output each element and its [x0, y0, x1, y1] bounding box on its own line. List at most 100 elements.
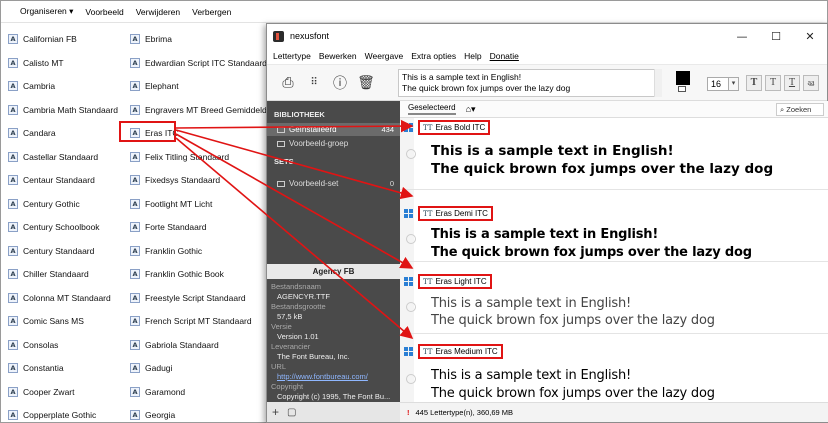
print-icon[interactable]: ⎙: [275, 75, 301, 91]
font-item[interactable]: A Consolas: [8, 339, 59, 350]
explorer-toolbar: Organiseren ▾ Voorbeeld Verwijderen Verb…: [1, 1, 827, 23]
font-item-label: Chiller Standaard: [23, 269, 89, 279]
font-card-eras-demi[interactable]: TT Eras Demi ITC This is a sample text in…: [400, 190, 828, 262]
italic-toggle[interactable]: T: [765, 75, 781, 91]
meta-value: Copyright (c) 1995, The Font Bu...: [277, 392, 391, 401]
font-item[interactable]: A Cambria Math Standaard: [8, 104, 118, 115]
select-checkbox[interactable]: [406, 302, 416, 312]
menu-bar: Lettertype Bewerken Weergave Extra optie…: [267, 48, 827, 64]
font-item[interactable]: A Colonna MT Standaard: [8, 292, 111, 303]
menu-extra-opties[interactable]: Extra opties: [411, 51, 456, 61]
font-item[interactable]: A Centaur Standaard: [8, 175, 95, 185]
font-card-eras-light[interactable]: TT Eras Light ITC This is a sample text i…: [400, 262, 828, 334]
font-item[interactable]: A Cooper Zwart: [8, 386, 75, 397]
bold-toggle[interactable]: T: [746, 75, 762, 91]
select-checkbox[interactable]: [406, 374, 416, 384]
hide-button[interactable]: Verbergen: [188, 7, 235, 17]
preview-tabs: Geselecteerd ⌂▾ ⌕ Zoeken: [400, 101, 828, 118]
font-item[interactable]: A Century Schoolbook: [8, 222, 100, 232]
preview-line1: This is a sample text in English!: [431, 296, 632, 311]
font-item-label: Ebrima: [145, 34, 172, 44]
font-file-icon: A: [8, 81, 18, 91]
font-item[interactable]: A Engravers MT Breed Gemiddeld: [130, 104, 267, 115]
font-card-eras-medium[interactable]: TT Eras Medium ITC This is a sample text …: [400, 334, 828, 402]
select-checkbox[interactable]: [406, 234, 416, 244]
charmap-icon[interactable]: ⠿: [301, 77, 327, 88]
info-icon[interactable]: ⓘ: [327, 73, 353, 93]
underline-toggle[interactable]: T: [784, 75, 800, 91]
sample-text-input[interactable]: This is a sample text in English! The qu…: [398, 69, 658, 97]
font-item[interactable]: A Cambria: [8, 81, 55, 91]
meta-value: Version 1.01: [277, 332, 319, 341]
font-item[interactable]: A French Script MT Standaard: [130, 316, 252, 326]
background-color-swatch[interactable]: [678, 86, 686, 92]
card-header: TT Eras Light ITC: [404, 274, 492, 289]
font-item[interactable]: A Felix Titling Standaard: [130, 151, 229, 162]
font-item[interactable]: A Castellar Standaard: [8, 151, 98, 162]
library-sidebar: BIBLIOTHEEK Geïnstalleerd 434 Voorbeeld-…: [267, 101, 400, 402]
font-item[interactable]: A Franklin Gothic Book: [130, 269, 224, 279]
font-item[interactable]: A Chiller Standaard: [8, 269, 89, 279]
font-item[interactable]: A Californian FB: [8, 34, 77, 44]
truetype-icon: TT: [423, 209, 433, 218]
menu-lettertype[interactable]: Lettertype: [273, 51, 311, 61]
sidebar-item-example-group[interactable]: Voorbeeld-groep: [267, 137, 400, 150]
font-size-dropdown[interactable]: ▾: [729, 77, 739, 91]
font-item[interactable]: A Century Standaard: [8, 245, 94, 256]
meta-label: Versie: [271, 322, 292, 331]
font-name-label: TT Eras Light ITC: [418, 274, 492, 289]
font-item[interactable]: A Forte Standaard: [130, 222, 206, 232]
sidebar-item-installed[interactable]: Geïnstalleerd 434: [267, 123, 400, 136]
meta-value: AGENCYR.TTF: [277, 292, 330, 301]
font-item[interactable]: A Fixedsys Standaard: [130, 175, 220, 185]
add-icon[interactable]: +: [272, 405, 279, 419]
preview-line2: The quick brown fox jumps over the lazy …: [431, 161, 774, 177]
menu-help[interactable]: Help: [464, 51, 481, 61]
preview-pane: Geselecteerd ⌂▾ ⌕ Zoeken TT Eras Bold ITC…: [400, 101, 828, 402]
font-item[interactable]: A Comic Sans MS: [8, 316, 84, 326]
text-color-swatch[interactable]: [676, 71, 690, 85]
font-item[interactable]: A Century Gothic: [8, 198, 80, 209]
font-item-label: Consolas: [23, 339, 59, 350]
folder-icon: [277, 140, 285, 147]
organize-menu[interactable]: Organiseren ▾: [16, 6, 77, 17]
antialias-toggle[interactable]: a͟a: [803, 75, 819, 91]
sample-input-scrollbar[interactable]: [654, 69, 662, 97]
minimize-button[interactable]: —: [725, 30, 759, 43]
trash-icon[interactable]: 🗑: [353, 75, 379, 91]
font-item[interactable]: A Footlight MT Licht: [130, 198, 212, 209]
menu-weergave[interactable]: Weergave: [365, 51, 404, 61]
close-button[interactable]: ✕: [793, 30, 827, 43]
select-checkbox[interactable]: [406, 149, 416, 159]
sidebar-item-label: Voorbeeld-groep: [289, 139, 349, 148]
font-item[interactable]: A Gadugi: [130, 363, 172, 373]
font-size-field[interactable]: 16: [707, 77, 729, 91]
search-input[interactable]: ⌕ Zoeken: [776, 102, 824, 116]
maximize-button[interactable]: ☐: [759, 30, 793, 43]
font-item[interactable]: A Constantia: [8, 363, 64, 373]
delete-button[interactable]: Verwijderen: [132, 7, 184, 17]
tab-selected[interactable]: Geselecteerd: [408, 103, 456, 115]
meta-url-link[interactable]: http://www.fontbureau.com/: [271, 372, 390, 382]
font-item[interactable]: A Calisto MT: [8, 57, 64, 68]
font-item[interactable]: A Edwardian Script ITC Standaard: [130, 57, 267, 68]
font-item[interactable]: A Georgia: [130, 410, 175, 420]
tag-icon[interactable]: ⌂▾: [466, 104, 476, 115]
sidebar-item-example-set[interactable]: Voorbeeld-set 0: [267, 177, 400, 190]
menu-donatie[interactable]: Donatie: [490, 51, 519, 61]
font-item[interactable]: A Ebrima: [130, 34, 172, 44]
font-item[interactable]: A Elephant: [130, 81, 179, 91]
menu-bewerken[interactable]: Bewerken: [319, 51, 357, 61]
font-file-icon: A: [8, 175, 18, 185]
panel-icon[interactable]: ▢: [287, 407, 296, 418]
preview-button[interactable]: Voorbeeld: [81, 7, 127, 17]
font-file-icon: A: [130, 410, 140, 420]
font-item[interactable]: A Freestyle Script Standaard: [130, 292, 246, 303]
font-item[interactable]: A Franklin Gothic: [130, 245, 202, 256]
font-item[interactable]: A Gabriola Standaard: [130, 339, 219, 350]
font-item[interactable]: A Garamond: [130, 386, 185, 397]
font-item[interactable]: A Candara: [8, 128, 56, 138]
font-item-label: Colonna MT Standaard: [23, 292, 111, 303]
font-item[interactable]: A Copperplate Gothic: [8, 410, 96, 420]
font-card-eras-bold[interactable]: TT Eras Bold ITC This is a sample text in…: [400, 120, 828, 190]
